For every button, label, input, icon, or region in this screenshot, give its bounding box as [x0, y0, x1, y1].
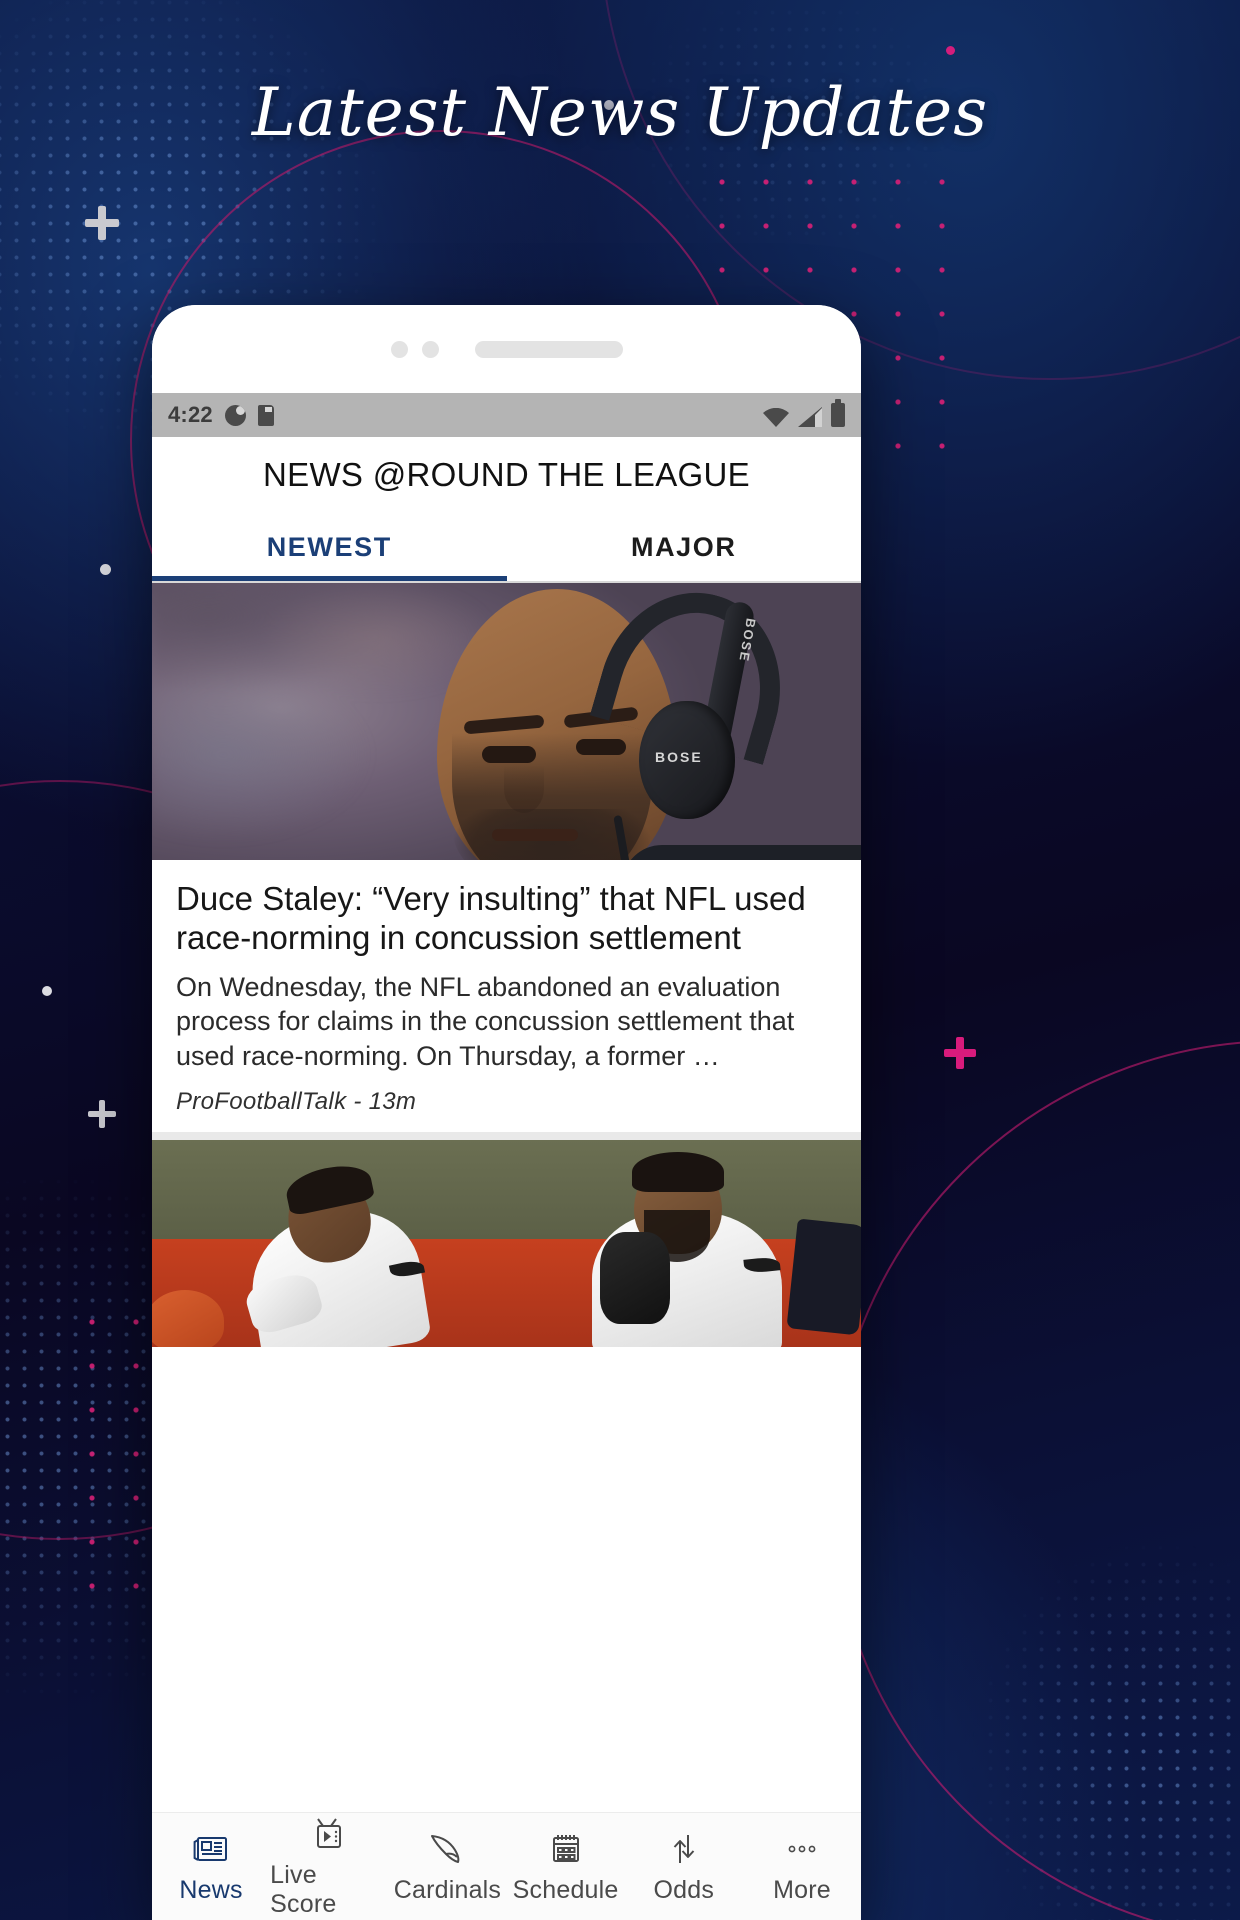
article-source: ProFootballTalk - 13m: [176, 1087, 417, 1115]
wifi-icon: [763, 408, 789, 427]
do-not-disturb-icon: [224, 404, 246, 426]
camera-dot-icon: [421, 340, 439, 358]
sd-card-icon: [257, 404, 274, 426]
battery-icon: [831, 399, 845, 427]
nav-item-schedule[interactable]: Schedule: [507, 1829, 625, 1905]
plus-decoration-icon: [88, 1100, 116, 1128]
image-player-glove: [600, 1231, 670, 1324]
article-text-block: Duce Staley: “Very insulting” that NFL u…: [152, 860, 861, 1132]
dot-decoration: [946, 46, 955, 55]
image-headset-logo: BOSE: [655, 749, 703, 765]
article-summary: On Wednesday, the NFL abandoned an evalu…: [176, 971, 795, 1071]
article-image-players: [152, 1139, 861, 1347]
image-mouth-shape: [492, 829, 578, 841]
camera-dot-icon: [390, 340, 408, 358]
tv-icon: [312, 1814, 346, 1854]
nav-label-news: News: [179, 1875, 243, 1904]
nav-item-odds[interactable]: Odds: [625, 1829, 743, 1905]
plus-decoration-icon: [944, 1037, 976, 1069]
news-article-card[interactable]: BOSE BOSE Duce Staley: “Very insulting” …: [152, 583, 861, 1132]
dot-decoration: [100, 564, 111, 575]
up-down-arrows-icon: [668, 1829, 700, 1869]
app-bar-title: NEWS @ROUND THE LEAGUE: [152, 437, 861, 513]
news-feed[interactable]: BOSE BOSE Duce Staley: “Very insulting” …: [152, 583, 861, 1347]
phone-notch: [152, 305, 861, 393]
news-article-card[interactable]: [152, 1139, 861, 1347]
phone-mockup: 4:22 NEWS @ROUND THE LEAGUE NEWEST MAJOR: [152, 305, 861, 1920]
nav-item-more[interactable]: More: [743, 1829, 861, 1905]
nav-item-live-score[interactable]: Live Score: [270, 1814, 388, 1919]
status-bar-right: [763, 399, 845, 427]
status-bar-left: 4:22: [168, 402, 274, 428]
tab-active-indicator: [152, 576, 507, 581]
ellipsis-icon: [785, 1829, 819, 1869]
image-eye-shape: [482, 746, 536, 763]
cell-signal-icon: [798, 407, 822, 427]
image-background-olive: [152, 1139, 861, 1239]
newspaper-icon: [193, 1829, 229, 1869]
nav-item-news[interactable]: News: [152, 1829, 270, 1905]
article-headline[interactable]: Duce Staley: “Very insulting” that NFL u…: [176, 880, 837, 958]
cardinal-bird-icon: [428, 1829, 466, 1869]
nav-label-live-score: Live Score: [270, 1861, 337, 1918]
image-shoulder-shape: [622, 845, 861, 860]
nav-label-cardinals: Cardinals: [393, 1875, 502, 1904]
tab-newest[interactable]: NEWEST: [152, 513, 507, 581]
nav-label-odds: Odds: [653, 1875, 715, 1904]
promo-headline: Latest News Updates: [251, 74, 989, 151]
bottom-navigation-bar: News Live Score Cardinals Schedule Odds …: [152, 1812, 861, 1920]
image-nose-shape: [504, 765, 544, 813]
status-bar-time: 4:22: [168, 402, 213, 427]
image-towel-shape: [786, 1218, 861, 1335]
image-eye-shape: [576, 739, 626, 755]
nav-label-schedule: Schedule: [512, 1875, 619, 1904]
dot-decoration: [42, 986, 52, 996]
earpiece-speaker: [474, 340, 623, 358]
article-image-coach: BOSE BOSE: [152, 583, 861, 860]
nav-label-more: More: [773, 1875, 831, 1904]
nav-item-cardinals[interactable]: Cardinals: [388, 1829, 506, 1905]
plus-decoration-icon: [85, 206, 119, 240]
tab-major[interactable]: MAJOR: [507, 513, 862, 581]
status-bar: 4:22: [152, 393, 861, 437]
tab-bar: NEWEST MAJOR: [152, 513, 861, 581]
feed-divider: [152, 1131, 861, 1140]
calendar-icon: [549, 1829, 583, 1869]
image-player-hair: [632, 1151, 724, 1192]
